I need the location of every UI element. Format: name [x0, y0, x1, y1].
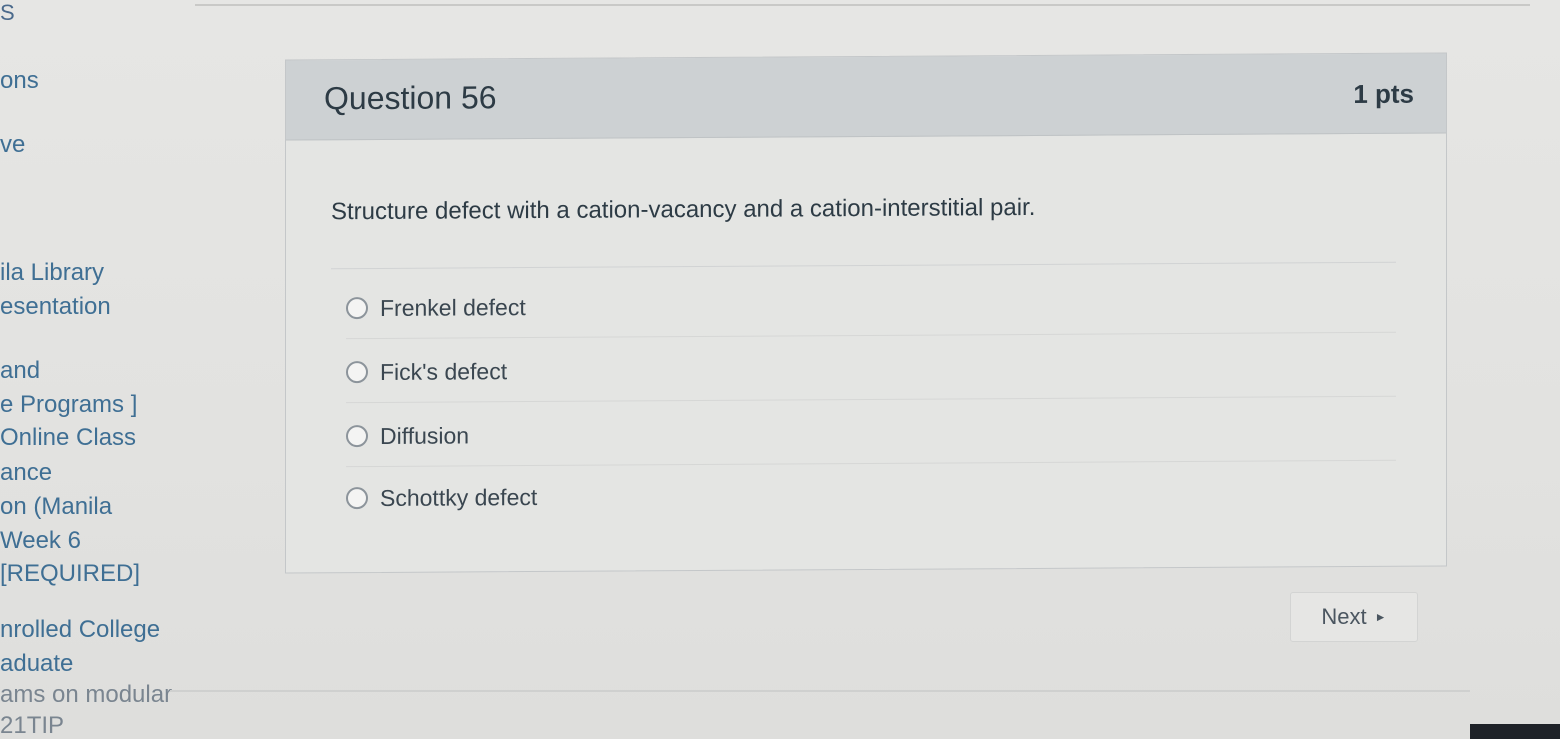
top-divider — [195, 4, 1530, 6]
sidebar-item[interactable]: ams on modular — [0, 678, 172, 712]
radio-button[interactable] — [346, 297, 368, 320]
question-title: Question 56 — [324, 79, 497, 117]
answer-option[interactable]: Frenkel defect — [346, 271, 1396, 340]
sidebar-item[interactable]: nrolled College — [0, 613, 160, 647]
course-sidebar: S ons ve ila Library esentation and e Pr… — [0, 0, 200, 739]
answer-option[interactable]: Diffusion — [346, 399, 1396, 468]
answer-label[interactable]: Fick's defect — [380, 358, 507, 386]
answer-option[interactable]: Schottky defect — [346, 462, 1396, 528]
screen-edge — [1470, 724, 1560, 739]
radio-button[interactable] — [346, 487, 368, 510]
radio-button[interactable] — [346, 425, 368, 448]
sidebar-item[interactable]: ance — [0, 456, 52, 490]
question-header: Question 56 1 pts — [286, 53, 1446, 141]
next-label: Next — [1321, 604, 1367, 629]
question-card: Question 56 1 pts Structure defect with … — [285, 52, 1447, 574]
sidebar-item[interactable]: Week 6 — [0, 524, 81, 558]
sidebar-item[interactable]: and — [0, 354, 40, 388]
bottom-divider — [170, 690, 1470, 692]
caret-right-icon: ► — [1374, 610, 1387, 624]
sidebar-item[interactable]: e Programs ] — [0, 388, 137, 422]
next-button[interactable]: Next ► — [1290, 592, 1418, 642]
sidebar-item[interactable]: ve — [0, 128, 25, 162]
sidebar-item[interactable]: on (Manila — [0, 490, 112, 524]
question-divider — [331, 261, 1396, 270]
radio-button[interactable] — [346, 361, 368, 384]
sidebar-item[interactable]: [REQUIRED] — [0, 557, 140, 591]
sidebar-item[interactable]: ons — [0, 64, 39, 98]
sidebar-top-fragment: S — [0, 0, 15, 25]
answer-label[interactable]: Schottky defect — [380, 484, 537, 512]
answer-label[interactable]: Frenkel defect — [380, 294, 526, 322]
sidebar-item[interactable]: Online Class — [0, 421, 136, 455]
sidebar-item[interactable]: aduate — [0, 647, 73, 681]
answer-label[interactable]: Diffusion — [380, 422, 469, 450]
answer-option[interactable]: Fick's defect — [346, 335, 1396, 404]
sidebar-item[interactable]: esentation — [0, 290, 111, 324]
sidebar-item[interactable]: ila Library — [0, 256, 104, 290]
quiz-page: S ons ve ila Library esentation and e Pr… — [0, 0, 1560, 739]
question-points: 1 pts — [1353, 78, 1414, 110]
sidebar-item[interactable]: 21TIP — [0, 709, 64, 739]
question-text: Structure defect with a cation-vacancy a… — [331, 193, 1036, 226]
